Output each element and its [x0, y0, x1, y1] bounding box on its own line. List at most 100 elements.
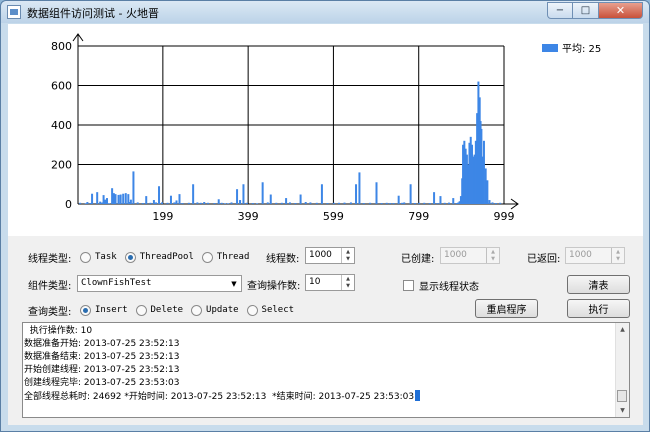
thread-count-spinner[interactable]: 1000 ▲ ▼	[305, 247, 355, 264]
radio-task-circle[interactable]	[80, 251, 91, 263]
x-tick-label: 399	[238, 210, 259, 223]
chart-bar	[447, 202, 450, 204]
component-type-value[interactable]: ClownFishTest	[78, 276, 227, 291]
radio-insert[interactable]: Insert	[80, 304, 128, 316]
chart-bar	[119, 194, 122, 204]
chart-bar	[122, 193, 125, 204]
chart-bar	[436, 203, 439, 204]
chart-bar	[108, 203, 111, 204]
clear-table-button[interactable]: 清表	[567, 275, 630, 294]
thread-count-value[interactable]: 1000	[306, 248, 341, 263]
app-icon	[7, 5, 21, 19]
maximize-button[interactable]: □	[573, 2, 599, 19]
log-line: 全部线程总耗时: 24692 *开始时间: 2013-07-25 23:52:1…	[24, 392, 415, 402]
radio-insert-circle[interactable]	[80, 304, 91, 316]
chart-bar	[428, 203, 431, 204]
chart-bar	[213, 203, 216, 204]
execute-button[interactable]: 执行	[567, 299, 630, 318]
maximize-icon: □	[580, 5, 591, 16]
chart-bar	[149, 202, 152, 204]
checkbox-box[interactable]	[403, 280, 414, 291]
scroll-up-icon[interactable]: ▲	[616, 323, 629, 336]
radio-select-label: Select	[261, 305, 295, 315]
chart-bar	[227, 203, 230, 204]
chart-bar	[251, 203, 254, 204]
dropdown-arrow-icon[interactable]: ▼	[227, 276, 241, 291]
chart-bar	[288, 202, 291, 204]
spin-up-icon: ▲	[491, 248, 495, 255]
chart-bar	[169, 195, 172, 204]
chart-bar	[482, 140, 485, 204]
spin-down-icon[interactable]: ▼	[342, 283, 354, 291]
spin-down-icon: ▼	[491, 256, 495, 263]
component-type-label: 组件类型:	[28, 281, 72, 292]
chart-bar	[129, 199, 132, 204]
log-output[interactable]: 执行操作数: 10 数据准备开始: 2013-07-25 23:52:13 数据…	[22, 322, 630, 418]
chart-bar	[358, 172, 361, 204]
radio-update-label: Update	[206, 305, 239, 315]
radio-thread-circle[interactable]	[201, 251, 213, 263]
chart-bar	[217, 199, 220, 204]
chart-bar	[389, 203, 392, 204]
chart-bar	[280, 202, 283, 204]
radio-update[interactable]: Update	[191, 304, 239, 316]
component-type-select[interactable]: ClownFishTest ▼	[77, 275, 242, 292]
created-label: 已创建:	[401, 254, 435, 265]
radio-delete[interactable]: Delete	[135, 304, 183, 316]
restart-button[interactable]: 重启程序	[475, 299, 538, 318]
chart-bar	[320, 184, 323, 204]
chart-bar	[166, 202, 169, 204]
chart-bar	[392, 203, 395, 204]
radio-select-circle[interactable]	[246, 304, 258, 316]
spin-down-icon[interactable]: ▼	[342, 256, 354, 264]
chart-bar	[91, 193, 94, 204]
spin-up-icon[interactable]: ▲	[342, 248, 354, 256]
query-type-group: Insert Delete Update Select	[80, 301, 302, 319]
chart-bar	[337, 202, 340, 204]
radio-update-circle[interactable]	[191, 304, 203, 316]
thread-type-group: Task ThreadPool Thread	[80, 248, 257, 266]
radio-threadpool-circle[interactable]	[124, 251, 136, 263]
spin-down-icon: ▼	[616, 256, 620, 263]
legend-swatch	[542, 44, 558, 52]
chart-bar	[261, 182, 264, 204]
chart-panel: 0 200 400 600 800 199 399 599 799 999 平均: 25	[8, 24, 643, 236]
app-window: 数据组件访问测试 - 火地晋 − □ ✕ 0 200 400 600 800 199 399…	[0, 0, 650, 432]
log-scrollbar[interactable]: ▲ ▼	[615, 323, 629, 417]
chart-bar	[141, 203, 144, 204]
chart-bar	[199, 202, 202, 204]
radio-thread[interactable]: Thread	[201, 251, 249, 263]
scroll-down-icon[interactable]: ▼	[616, 404, 629, 417]
show-thread-state-checkbox[interactable]: 显示线程状态	[403, 278, 479, 293]
radio-select[interactable]: Select	[246, 304, 295, 316]
show-thread-state-label: 显示线程状态	[419, 282, 479, 293]
chart-bar	[102, 195, 105, 204]
y-tick-label: 0	[65, 198, 72, 211]
radio-threadpool[interactable]: ThreadPool	[124, 251, 194, 263]
spin-up-icon[interactable]: ▲	[342, 275, 354, 283]
chart-bar	[488, 200, 491, 204]
returned-spinner: 1000 ▲ ▼	[565, 247, 625, 264]
y-tick-label: 200	[51, 159, 72, 172]
x-tick-label: 199	[152, 210, 173, 223]
chart-bar	[239, 200, 242, 204]
log-line: 开始创建线程: 2013-07-25 23:52:13	[24, 365, 180, 375]
scroll-thumb[interactable]	[617, 390, 627, 402]
chart-bar	[196, 202, 199, 204]
radio-threadpool-label: ThreadPool	[139, 252, 194, 262]
chart-bar	[84, 203, 87, 204]
query-ops-value[interactable]: 10	[306, 275, 341, 290]
title-bar[interactable]: 数据组件访问测试 - 火地晋 − □ ✕	[1, 1, 649, 23]
close-button[interactable]: ✕	[599, 2, 643, 19]
query-type-label: 查询类型:	[28, 307, 72, 318]
x-tick-label: 999	[494, 210, 515, 223]
radio-delete-circle[interactable]	[135, 304, 147, 316]
chart-bar	[385, 202, 388, 204]
radio-task[interactable]: Task	[80, 251, 117, 263]
chart-bar	[128, 202, 131, 204]
chart-bar	[114, 194, 117, 204]
chart-bar	[275, 202, 278, 204]
query-ops-spinner[interactable]: 10 ▲ ▼	[305, 274, 355, 291]
minimize-button[interactable]: −	[547, 2, 573, 19]
chart-bar	[413, 203, 416, 204]
